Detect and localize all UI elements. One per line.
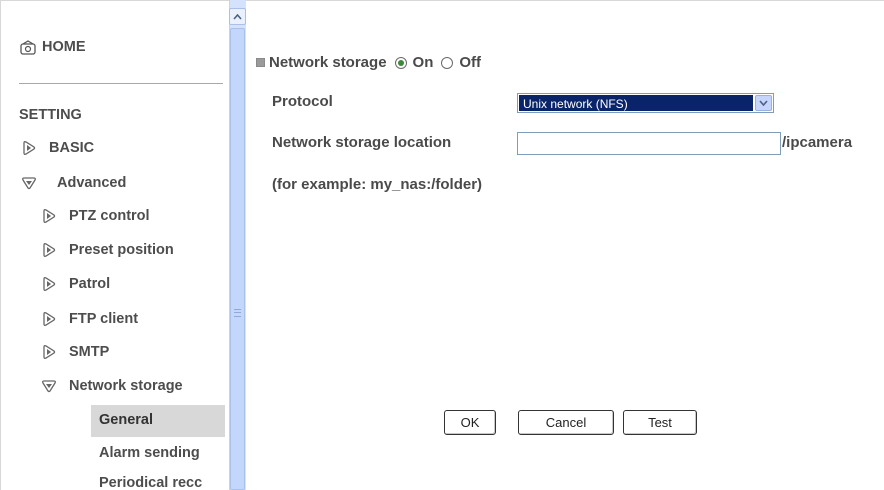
location-input[interactable] xyxy=(517,132,781,155)
main-panel: Network storage On Off Protocol Unix net… xyxy=(246,0,884,490)
dropdown-button[interactable] xyxy=(755,95,772,111)
sidebar-item-basic[interactable]: BASIC xyxy=(21,140,94,156)
sidebar-item-preset-position[interactable]: Preset position xyxy=(41,242,174,258)
sidebar-item-advanced[interactable]: Advanced xyxy=(21,175,126,191)
sidebar: HOME SETTING BASIC Advanced PTZ control … xyxy=(0,0,230,490)
scrollbar-grip xyxy=(234,309,241,317)
home-label: HOME xyxy=(42,39,86,55)
location-label: Network storage location xyxy=(272,134,452,151)
protocol-select-value[interactable]: Unix network (NFS) xyxy=(519,95,753,111)
sidebar-item-label: PTZ control xyxy=(69,208,150,224)
network-storage-heading: Network storage On Off xyxy=(256,54,481,71)
sidebar-item-label: Patrol xyxy=(69,276,111,292)
sidebar-item-label: Preset position xyxy=(69,242,174,258)
sidebar-item-patrol[interactable]: Patrol xyxy=(41,276,110,292)
cancel-button[interactable]: Cancel xyxy=(518,410,614,435)
bullet-icon xyxy=(256,58,265,67)
sidebar-item-label: Network storage xyxy=(69,378,183,394)
sidebar-item-ftp-client[interactable]: FTP client xyxy=(41,311,138,327)
sidebar-item-label: Advanced xyxy=(57,175,127,191)
sidebar-item-label: BASIC xyxy=(49,140,95,156)
sidebar-item-label: SMTP xyxy=(69,344,110,360)
radio-off-label[interactable]: Off xyxy=(459,54,481,71)
home-divider xyxy=(19,83,223,84)
chevron-right-icon xyxy=(43,243,56,257)
sidebar-subitem-periodical-recording[interactable]: Periodical recc xyxy=(99,475,202,490)
chevron-right-icon xyxy=(43,277,56,291)
radio-on[interactable] xyxy=(394,56,407,69)
sidebar-subitem-general[interactable]: General xyxy=(99,412,153,428)
protocol-label: Protocol xyxy=(272,93,333,110)
sidebar-item-label: FTP client xyxy=(69,311,139,327)
setting-heading: SETTING xyxy=(19,107,82,123)
protocol-select[interactable]: Unix network (NFS) xyxy=(517,93,774,113)
section-title: Network storage xyxy=(269,54,387,71)
chevron-down-icon xyxy=(759,100,768,106)
radio-on-label[interactable]: On xyxy=(413,54,434,71)
scroll-up-button[interactable] xyxy=(229,8,246,25)
chevron-down-icon xyxy=(42,380,56,393)
sidebar-item-ptz-control[interactable]: PTZ control xyxy=(41,208,150,224)
chevron-right-icon xyxy=(43,209,56,223)
sidebar-item-network-storage[interactable]: Network storage xyxy=(41,378,183,394)
sidebar-subitem-alarm-sending[interactable]: Alarm sending xyxy=(99,445,200,461)
home-icon xyxy=(20,39,36,55)
radio-off[interactable] xyxy=(441,56,454,69)
home-link[interactable]: HOME xyxy=(20,39,86,55)
chevron-right-icon xyxy=(23,141,36,155)
test-button[interactable]: Test xyxy=(623,410,697,435)
sidebar-item-smtp[interactable]: SMTP xyxy=(41,344,109,360)
radio-checked-dot xyxy=(397,59,404,66)
scrollbar-thumb[interactable] xyxy=(230,28,245,490)
location-suffix: /ipcamera xyxy=(782,134,853,151)
chevron-right-icon xyxy=(43,345,56,359)
ok-button[interactable]: OK xyxy=(444,410,496,435)
chevron-right-icon xyxy=(43,312,56,326)
example-hint: (for example: my_nas:/folder) xyxy=(272,176,483,193)
chevron-up-icon xyxy=(233,13,242,20)
chevron-down-icon xyxy=(22,177,36,190)
